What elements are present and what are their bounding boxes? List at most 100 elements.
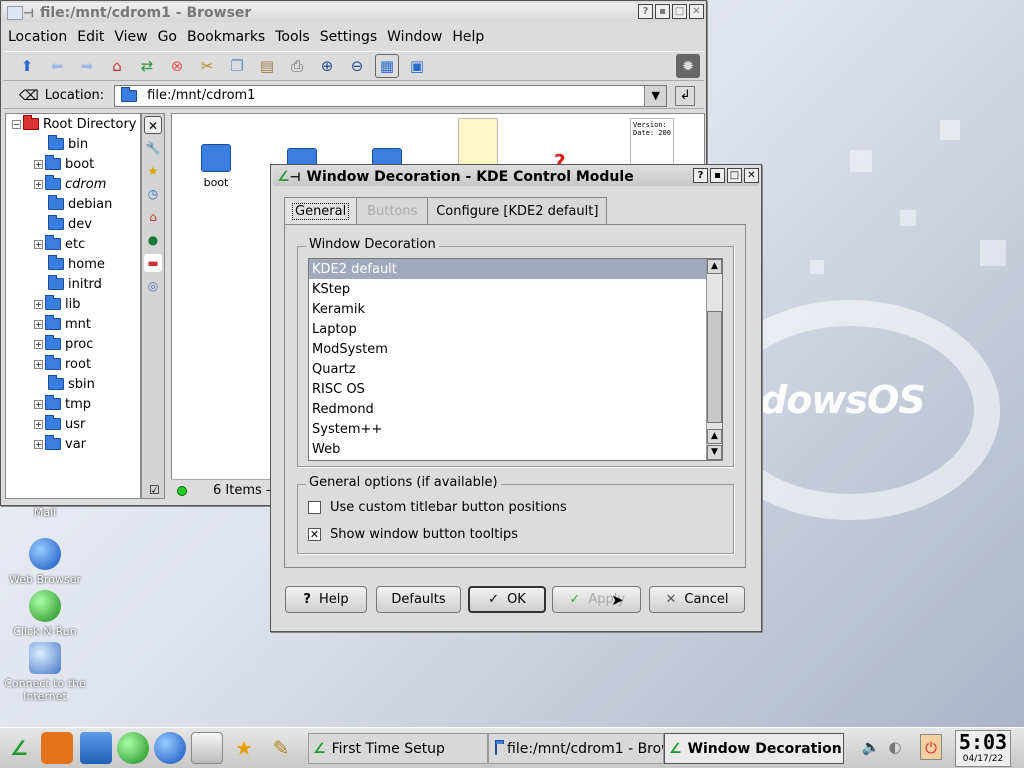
- click-n-run-icon[interactable]: [117, 732, 149, 764]
- clock[interactable]: 5:03 04/17/22: [955, 730, 1011, 767]
- scroll-down-arrow-icon[interactable]: ▼: [707, 445, 722, 460]
- scroll-up-arrow-icon[interactable]: ▲: [707, 259, 722, 274]
- sidebar-checkbox-icon[interactable]: ☑: [149, 483, 160, 497]
- desktop-icon-click-n-run[interactable]: Click-N-Run: [0, 590, 90, 638]
- window-menu-icon[interactable]: [7, 5, 23, 20]
- maximize-button[interactable]: □: [672, 4, 687, 19]
- pin-icon[interactable]: ⊣: [290, 170, 301, 184]
- text-file-icon[interactable]: [458, 118, 498, 168]
- life-vest-icon[interactable]: [41, 732, 73, 764]
- list-scrollbar[interactable]: ▲ ▲ ▼: [706, 259, 722, 460]
- tree-item-mnt[interactable]: + mnt: [6, 314, 140, 334]
- root-folder-tab-icon[interactable]: ▬: [144, 254, 162, 272]
- menu-go[interactable]: Go: [153, 29, 182, 45]
- menu-edit[interactable]: Edit: [72, 29, 109, 45]
- task-window-decoration[interactable]: ∠ Window Decoration - KDE Control Module: [664, 733, 844, 764]
- browser-titlebar[interactable]: ⊣ file:/mnt/cdrom1 - Browser ? ▪ □ ✕: [3, 3, 704, 22]
- paste-icon[interactable]: ▤: [255, 54, 279, 78]
- collapse-icon[interactable]: −: [12, 119, 21, 129]
- forward-arrow-icon[interactable]: ➡: [75, 54, 99, 78]
- list-item[interactable]: Laptop: [309, 319, 722, 339]
- clear-location-icon[interactable]: ⌫: [19, 88, 39, 104]
- scroll-up-arrow-icon[interactable]: ▲: [707, 429, 722, 444]
- tab-buttons[interactable]: Buttons: [356, 197, 429, 224]
- history-icon[interactable]: ◷: [144, 185, 162, 203]
- scrollbar-thumb[interactable]: [707, 311, 722, 423]
- close-sidebar-icon[interactable]: ✕: [144, 116, 162, 134]
- help-button[interactable]: ?: [693, 168, 708, 183]
- expand-icon[interactable]: +: [34, 239, 43, 249]
- tree-item-home[interactable]: home: [6, 254, 140, 274]
- tree-root[interactable]: − Root Directory: [6, 114, 140, 134]
- runner-app-icon[interactable]: ★: [228, 732, 260, 764]
- view-mode-icon[interactable]: ▦: [375, 54, 399, 78]
- tree-item-debian[interactable]: debian: [6, 194, 140, 214]
- zoom-in-icon[interactable]: ⊕: [315, 54, 339, 78]
- expand-icon[interactable]: +: [34, 399, 43, 409]
- tooltips-checkbox[interactable]: ✕: [308, 528, 321, 541]
- tree-item-boot[interactable]: + boot: [6, 154, 140, 174]
- list-item[interactable]: ModSystem: [309, 339, 722, 359]
- dialog-titlebar[interactable]: ∠ ⊣ Window Decoration - KDE Control Modu…: [273, 167, 759, 186]
- menu-location[interactable]: Location: [3, 29, 72, 45]
- list-item[interactable]: Web: [309, 439, 722, 459]
- ok-button[interactable]: ✓ OK: [468, 586, 546, 613]
- task-browser[interactable]: file:/mnt/cdrom1 - Browser: [488, 733, 664, 764]
- network-icon[interactable]: ●: [144, 231, 162, 249]
- document-preview-icon[interactable]: Version: Date: 200: [630, 118, 674, 166]
- list-item[interactable]: KDE2 default: [309, 259, 722, 279]
- expand-icon[interactable]: +: [34, 319, 43, 329]
- mail-icon[interactable]: [191, 732, 223, 764]
- expand-icon[interactable]: +: [34, 419, 43, 429]
- go-button[interactable]: ↲: [675, 85, 696, 106]
- home-folder-icon[interactable]: ⌂: [144, 208, 162, 226]
- print-icon[interactable]: ⎙: [285, 54, 309, 78]
- cancel-button[interactable]: ✕ Cancel: [649, 586, 745, 613]
- tree-item-lib[interactable]: + lib: [6, 294, 140, 314]
- media-icon[interactable]: ◎: [144, 277, 162, 295]
- network-tray-icon[interactable]: ◐: [884, 734, 906, 760]
- tooltips-option[interactable]: ✕ Show window button tooltips: [308, 527, 518, 542]
- location-input[interactable]: file:/mnt/cdrom1 ▼: [114, 84, 668, 107]
- list-item[interactable]: System++: [309, 419, 722, 439]
- home-icon[interactable]: ⌂: [105, 54, 129, 78]
- view-options-icon[interactable]: ▣: [405, 54, 429, 78]
- menu-tools[interactable]: Tools: [270, 29, 315, 45]
- tab-configure[interactable]: Configure [KDE2 default]: [427, 197, 608, 224]
- pin-icon[interactable]: ⊣: [23, 6, 34, 20]
- reload-icon[interactable]: ⇄: [135, 54, 159, 78]
- menu-window[interactable]: Window: [382, 29, 447, 45]
- kde-logo-icon[interactable]: ∠: [277, 169, 290, 185]
- list-item[interactable]: Keramik: [309, 299, 722, 319]
- list-item[interactable]: Redmond: [309, 399, 722, 419]
- start-menu-icon[interactable]: ∠: [3, 732, 35, 764]
- custom-positions-checkbox[interactable]: [308, 501, 321, 514]
- list-item[interactable]: RISC OS: [309, 379, 722, 399]
- minimize-button[interactable]: ▪: [710, 168, 725, 183]
- power-icon[interactable]: ⏻: [920, 734, 942, 760]
- stop-icon[interactable]: ⊗: [165, 54, 189, 78]
- up-arrow-icon[interactable]: ⬆: [15, 54, 39, 78]
- bookmarks-icon[interactable]: ★: [144, 162, 162, 180]
- copy-icon[interactable]: ❐: [225, 54, 249, 78]
- maximize-button[interactable]: □: [727, 168, 742, 183]
- cut-icon[interactable]: ✂: [195, 54, 219, 78]
- expand-icon[interactable]: +: [34, 439, 43, 449]
- menu-bookmarks[interactable]: Bookmarks: [182, 29, 270, 45]
- tree-item-etc[interactable]: + etc: [6, 234, 140, 254]
- file-manager-icon[interactable]: [80, 732, 112, 764]
- menu-help[interactable]: Help: [447, 29, 489, 45]
- close-button[interactable]: ✕: [744, 168, 759, 183]
- tree-item-cdrom[interactable]: + cdrom: [6, 174, 140, 194]
- edit-icon[interactable]: ✎: [265, 732, 297, 764]
- tree-item-proc[interactable]: + proc: [6, 334, 140, 354]
- expand-icon[interactable]: +: [34, 359, 43, 369]
- expand-icon[interactable]: +: [34, 339, 43, 349]
- services-icon[interactable]: 🔧: [144, 139, 162, 157]
- back-arrow-icon[interactable]: ⬅: [45, 54, 69, 78]
- tree-item-usr[interactable]: + usr: [6, 414, 140, 434]
- expand-icon[interactable]: +: [34, 179, 43, 189]
- tree-item-root[interactable]: + root: [6, 354, 140, 374]
- decoration-list[interactable]: KDE2 default KStep Keramik Laptop ModSys…: [308, 258, 723, 461]
- zoom-out-icon[interactable]: ⊖: [345, 54, 369, 78]
